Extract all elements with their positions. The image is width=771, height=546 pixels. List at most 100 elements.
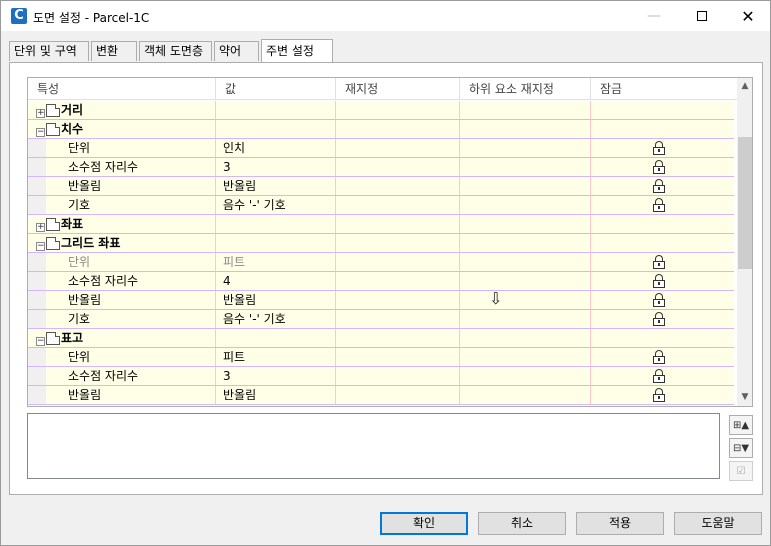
child-override-cell xyxy=(460,158,591,176)
property-row[interactable]: 소수점 자리수 3 xyxy=(28,367,734,386)
lock-cell xyxy=(591,177,734,195)
property-name-cell: 소수점 자리수 xyxy=(28,158,216,176)
value-cell[interactable]: 반올림 xyxy=(216,291,336,309)
property-row[interactable]: 단위 인치 xyxy=(28,139,734,158)
property-row[interactable]: 단위 피트 xyxy=(28,348,734,367)
lock-icon[interactable] xyxy=(653,255,665,269)
tab-1[interactable]: 변환 xyxy=(91,41,137,61)
maximize-icon xyxy=(697,11,707,21)
property-row[interactable]: 소수점 자리수 4 xyxy=(28,272,734,291)
lock-body xyxy=(653,356,665,364)
window-title: 도면 설정 - Parcel-1C xyxy=(33,11,150,25)
override-cell xyxy=(336,158,460,176)
ok-button[interactable]: 확인 xyxy=(380,512,468,535)
lock-icon[interactable] xyxy=(653,274,665,288)
scroll-thumb[interactable] xyxy=(738,137,752,269)
lock-cell xyxy=(591,310,734,328)
value-cell[interactable]: 피트 xyxy=(216,253,336,271)
value-cell[interactable]: 음수 '-' 기호 xyxy=(216,310,336,328)
override-cell xyxy=(336,101,460,119)
collapse-icon[interactable]: − xyxy=(36,242,45,251)
column-header-4[interactable]: 잠금 xyxy=(591,78,738,100)
category-row[interactable]: + 거리 xyxy=(28,101,734,120)
grid-rows: + 거리 − 치수 단위 인치 소수점 자리수 3 반올림 반올림 기호 음수 '-' 기호 + 좌표 − 그… xyxy=(28,101,734,405)
property-row[interactable]: 반올림 반올림 xyxy=(28,386,734,405)
help-button[interactable]: 도움말 xyxy=(674,512,762,535)
ambient-settings-grid: 특성 값 재지정 하위 요소 재지정 잠금 + 거리 − 치수 단위 인치 소수점 자리수 3 반올림 반… xyxy=(27,77,753,407)
value-cell[interactable]: 반올림 xyxy=(216,177,336,195)
collapse-icon[interactable]: − xyxy=(36,128,45,137)
child-override-cell xyxy=(460,272,591,290)
property-value: 인치 xyxy=(223,141,246,155)
page-icon xyxy=(46,237,60,250)
value-cell[interactable]: 인치 xyxy=(216,139,336,157)
value-cell[interactable]: 3 xyxy=(216,367,336,385)
property-name-cell: 기호 xyxy=(28,310,216,328)
minimize-button[interactable]: — xyxy=(631,1,677,31)
property-row[interactable]: 단위 피트 xyxy=(28,253,734,272)
lock-body xyxy=(653,318,665,326)
value-cell[interactable]: 3 xyxy=(216,158,336,176)
property-value: 반올림 xyxy=(223,388,257,402)
value-cell[interactable]: 4 xyxy=(216,272,336,290)
child-override-cell xyxy=(460,329,591,347)
cancel-button[interactable]: 취소 xyxy=(478,512,566,535)
category-row[interactable]: − 그리드 좌표 xyxy=(28,234,734,253)
column-header-3[interactable]: 하위 요소 재지정 xyxy=(460,78,591,100)
property-label: 치수 xyxy=(61,122,84,136)
value-cell xyxy=(216,120,336,138)
maximize-button[interactable] xyxy=(679,1,725,31)
collapse-all-button[interactable]: ⊟▼ xyxy=(729,438,753,458)
tab-3[interactable]: 약어 xyxy=(214,41,259,61)
lock-icon[interactable] xyxy=(653,179,665,193)
apply-button[interactable]: 적용 xyxy=(576,512,664,535)
toggle-override-button[interactable]: ☑ xyxy=(729,461,753,481)
category-row[interactable]: − 치수 xyxy=(28,120,734,139)
override-cell xyxy=(336,348,460,366)
expand-icon[interactable]: + xyxy=(36,109,45,118)
override-cell xyxy=(336,120,460,138)
collapse-icon[interactable]: − xyxy=(36,337,45,346)
property-row[interactable]: 소수점 자리수 3 xyxy=(28,158,734,177)
property-row[interactable]: 기호 음수 '-' 기호 xyxy=(28,310,734,329)
property-row[interactable]: 반올림 반올림 xyxy=(28,291,734,310)
lock-icon[interactable] xyxy=(653,350,665,364)
override-cell xyxy=(336,272,460,290)
override-cell xyxy=(336,291,460,309)
page-icon xyxy=(46,332,60,345)
category-row[interactable]: + 좌표 xyxy=(28,215,734,234)
tab-0[interactable]: 단위 및 구역 xyxy=(9,41,89,61)
child-override-cell xyxy=(460,310,591,328)
close-button[interactable]: ✕ xyxy=(725,1,771,31)
scroll-down-icon[interactable]: ▼ xyxy=(737,389,752,406)
expand-all-button[interactable]: ⊞▲ xyxy=(729,415,753,435)
column-header-0[interactable]: 특성 xyxy=(28,78,216,100)
column-header-2[interactable]: 재지정 xyxy=(336,78,460,100)
tab-4[interactable]: 주변 설정 xyxy=(261,39,333,62)
lock-icon[interactable] xyxy=(653,369,665,383)
property-label: 기호 xyxy=(68,312,91,326)
lock-body xyxy=(653,375,665,383)
property-row[interactable]: 반올림 반올림 xyxy=(28,177,734,196)
page-icon xyxy=(46,218,60,231)
column-header-1[interactable]: 값 xyxy=(216,78,336,100)
property-label: 소수점 자리수 xyxy=(68,369,139,383)
lock-icon[interactable] xyxy=(653,160,665,174)
lock-icon[interactable] xyxy=(653,198,665,212)
value-cell[interactable]: 피트 xyxy=(216,348,336,366)
lock-icon[interactable] xyxy=(653,293,665,307)
expand-icon[interactable]: + xyxy=(36,223,45,232)
lock-icon[interactable] xyxy=(653,388,665,402)
property-row[interactable]: 기호 음수 '-' 기호 xyxy=(28,196,734,215)
lock-icon[interactable] xyxy=(653,312,665,326)
tab-2[interactable]: 객체 도면층 xyxy=(139,41,212,61)
value-cell[interactable]: 반올림 xyxy=(216,386,336,404)
scroll-up-icon[interactable]: ▲ xyxy=(737,78,752,95)
vertical-scrollbar[interactable]: ▲ ▼ xyxy=(737,78,752,406)
override-cell xyxy=(336,329,460,347)
child-override-cell xyxy=(460,139,591,157)
value-cell[interactable]: 음수 '-' 기호 xyxy=(216,196,336,214)
lock-icon[interactable] xyxy=(653,141,665,155)
category-row[interactable]: − 표고 xyxy=(28,329,734,348)
lock-cell xyxy=(591,234,734,252)
